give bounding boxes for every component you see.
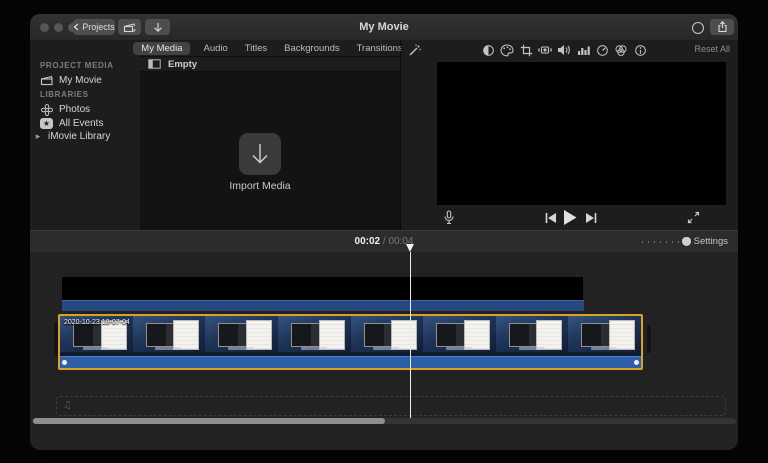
tab-audio[interactable]: Audio xyxy=(199,42,231,55)
import-down-arrow-icon xyxy=(250,142,270,166)
noise-reduction-icon[interactable] xyxy=(576,43,590,57)
sidebar-item-imovie-library[interactable]: ▸ iMovie Library xyxy=(30,129,140,144)
projects-button-label: Projects xyxy=(82,22,115,32)
play-icon[interactable] xyxy=(563,210,577,225)
photos-flower-icon xyxy=(40,103,53,116)
clip-thumbnail xyxy=(423,316,496,352)
record-status-circle-icon[interactable] xyxy=(692,22,704,34)
tab-backgrounds[interactable]: Backgrounds xyxy=(280,42,343,55)
sidebar-item-my-movie[interactable]: My Movie xyxy=(30,73,140,88)
desktop-background: My Movie Projects xyxy=(0,0,768,463)
media-browser-header: Empty xyxy=(140,56,400,72)
skip-forward-icon[interactable] xyxy=(585,213,597,223)
tab-titles[interactable]: Titles xyxy=(241,42,271,55)
volume-icon[interactable] xyxy=(557,43,571,57)
clip-date-label: 2020-10-23 18-07-04 xyxy=(64,319,130,326)
sidebar-item-label: iMovie Library xyxy=(48,131,110,142)
sidebar-item-label: Photos xyxy=(59,104,90,115)
close-window-icon[interactable] xyxy=(40,23,49,32)
title-bar: My Movie Projects xyxy=(30,14,738,41)
projects-back-button[interactable]: Projects xyxy=(73,19,115,35)
timeline-zoom-slider[interactable] xyxy=(642,241,690,243)
upper-clip-video[interactable] xyxy=(62,277,583,300)
clip-filter-icon[interactable] xyxy=(614,43,628,57)
media-group-label: Empty xyxy=(168,59,197,70)
all-events-star-icon: ★ xyxy=(40,118,53,129)
reset-all-button[interactable]: Reset All xyxy=(694,44,730,54)
audio-fade-handle-right[interactable] xyxy=(634,360,639,365)
media-tab-bar: My Media Audio Titles Backgrounds Transi… xyxy=(140,40,400,56)
info-icon[interactable] xyxy=(633,43,647,57)
import-media-button[interactable] xyxy=(239,133,281,175)
settings-button[interactable]: Settings xyxy=(694,231,728,253)
disclosure-triangle-icon[interactable]: ▸ xyxy=(34,130,42,143)
clip-thumbnail xyxy=(351,316,424,352)
share-button[interactable] xyxy=(710,19,734,35)
record-voiceover-mic-icon[interactable] xyxy=(443,210,455,225)
clip-thumbnails xyxy=(60,316,641,352)
sidebar-item-photos[interactable]: Photos xyxy=(30,102,140,117)
chevron-left-icon xyxy=(73,23,79,31)
speed-icon[interactable] xyxy=(595,43,609,57)
clip-thumbnail xyxy=(568,316,641,352)
skip-back-icon[interactable] xyxy=(545,213,557,223)
clapperboard-note-icon xyxy=(123,22,136,33)
media-browser-button[interactable] xyxy=(118,19,141,35)
timeline-area: 2020-10-23 18-07-04 ♫ xyxy=(30,252,738,450)
project-media-header: PROJECT MEDIA xyxy=(40,61,114,70)
current-time: 00:02 xyxy=(355,236,381,247)
playhead-line[interactable] xyxy=(410,252,411,418)
enhance-wand-icon[interactable] xyxy=(407,43,421,57)
sidebar-item-label: All Events xyxy=(59,118,103,129)
zoom-slider-thumb[interactable] xyxy=(682,237,691,246)
clip-audio-strip xyxy=(60,356,641,368)
stabilization-icon[interactable] xyxy=(538,43,552,57)
timeline-scrollbar-track[interactable] xyxy=(32,418,736,424)
clip-thumbnail xyxy=(278,316,351,352)
libraries-header: LIBRARIES xyxy=(40,90,89,99)
clip-right-trim-handle[interactable] xyxy=(647,325,651,353)
content-row: PROJECT MEDIA My Movie LIBRARIES xyxy=(30,40,738,230)
browser-sidebar-toggle-icon[interactable] xyxy=(148,59,161,69)
upper-clip-audio[interactable] xyxy=(62,300,584,311)
sidebar: PROJECT MEDIA My Movie LIBRARIES xyxy=(30,40,141,230)
clip-thumbnail xyxy=(496,316,569,352)
audio-fade-handle-left[interactable] xyxy=(62,360,67,365)
timeline-scrollbar-thumb[interactable] xyxy=(33,418,385,424)
preview-pane: Reset All xyxy=(401,40,738,230)
clip-thumbnail xyxy=(133,316,206,352)
imovie-window: My Movie Projects xyxy=(30,14,738,450)
crop-icon[interactable] xyxy=(519,43,533,57)
tab-my-media[interactable]: My Media xyxy=(133,42,190,55)
timecode-display: 00:02 / 00:04 xyxy=(30,231,738,253)
viewer-canvas xyxy=(437,62,726,205)
import-toolbar-button[interactable] xyxy=(145,19,170,35)
music-note-icon: ♫ xyxy=(63,400,72,411)
background-music-well[interactable]: ♫ xyxy=(56,396,726,416)
selected-clip[interactable]: 2020-10-23 18-07-04 xyxy=(58,314,643,370)
down-arrow-icon xyxy=(153,22,163,33)
clapperboard-icon xyxy=(40,74,53,87)
fullscreen-icon[interactable] xyxy=(687,211,700,224)
share-icon xyxy=(717,21,728,33)
import-media-label: Import Media xyxy=(200,180,320,192)
playhead-marker[interactable] xyxy=(406,244,414,252)
timeline-toolbar: 00:02 / 00:04 Settings xyxy=(30,230,738,252)
tab-transitions[interactable]: Transitions xyxy=(353,42,407,55)
clip-thumbnail xyxy=(205,316,278,352)
minimize-window-icon[interactable] xyxy=(54,23,63,32)
color-balance-icon[interactable] xyxy=(481,43,495,57)
sidebar-item-label: My Movie xyxy=(59,75,102,86)
media-browser-pane: My Media Audio Titles Backgrounds Transi… xyxy=(140,40,401,230)
color-correction-icon[interactable] xyxy=(500,43,514,57)
